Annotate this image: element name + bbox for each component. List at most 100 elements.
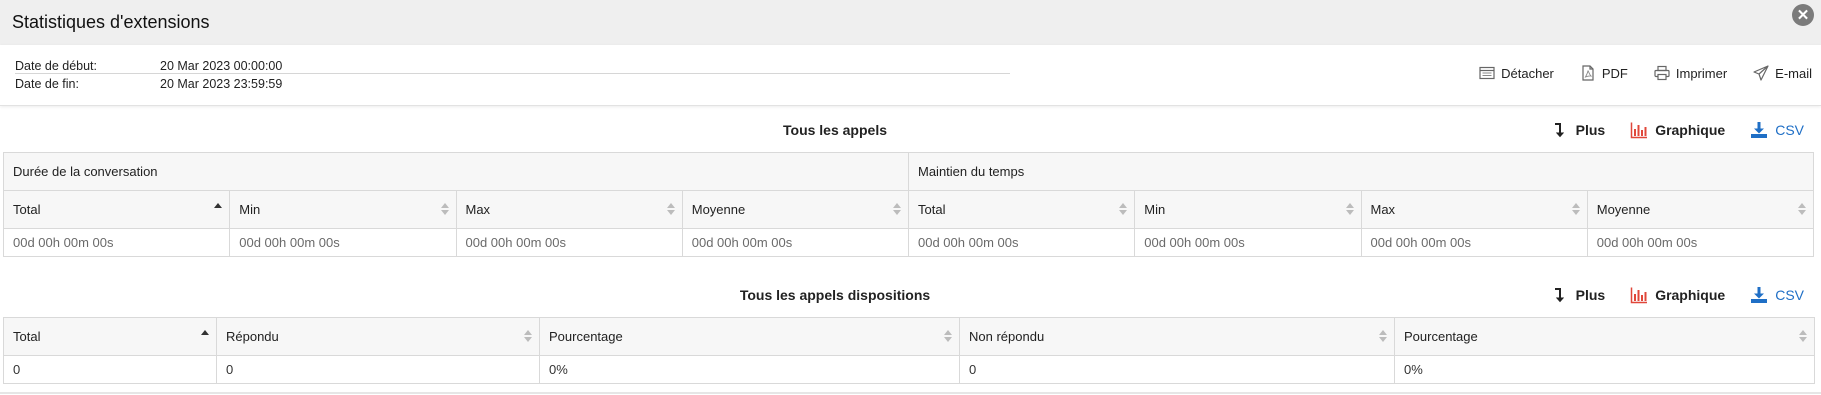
email-button[interactable]: E-mail [1753, 65, 1812, 81]
sort-icon[interactable] [666, 203, 675, 215]
column-label: Non répondu [969, 329, 1045, 344]
csv-button[interactable]: CSV [1750, 121, 1804, 139]
sort-icon[interactable] [1119, 203, 1128, 215]
column-header[interactable]: Pourcentage [539, 317, 960, 356]
chart-label: Graphique [1655, 287, 1726, 303]
end-date-label: Date de fin: [15, 77, 79, 91]
column-label: Répondu [226, 329, 279, 344]
section-all-calls: Tous les appels Plus Graphique CSV [0, 113, 1821, 147]
start-date-label: Date de début: [15, 59, 98, 73]
download-icon [1751, 287, 1768, 303]
column-label: Total [13, 202, 41, 217]
column-header[interactable]: Pourcentage [1394, 317, 1815, 356]
csv-label: CSV [1775, 122, 1804, 138]
turn-down-arrow-icon [1554, 123, 1564, 138]
more-button[interactable]: Plus [1551, 286, 1606, 304]
bar-chart-icon [1630, 287, 1648, 304]
table-cell: 0 [216, 355, 540, 384]
sort-icon[interactable] [440, 203, 449, 215]
sort-icon[interactable] [1379, 330, 1387, 342]
column-header[interactable]: Max [455, 190, 683, 229]
toolbar-actions: Détacher PDF Imprimer E-mail [1479, 65, 1812, 81]
detach-button[interactable]: Détacher [1479, 65, 1554, 81]
table-cell: 00d 00h 00m 00s [2, 228, 231, 257]
column-header[interactable]: Min [1134, 190, 1362, 229]
table-cell: 00d 00h 00m 00s [1586, 228, 1815, 257]
column-header[interactable]: Total [2, 190, 231, 229]
print-label: Imprimer [1675, 65, 1728, 81]
section-tools: Plus Graphique CSV [1551, 121, 1804, 139]
column-header[interactable]: Répondu [216, 317, 540, 356]
column-label: Min [1144, 202, 1166, 217]
sort-icon[interactable] [1571, 203, 1580, 215]
detach-icon [1479, 66, 1495, 80]
column-header[interactable]: Total [3, 317, 217, 356]
column-header[interactable]: Min [229, 190, 457, 229]
window-title: Statistiques d'extensions [12, 12, 210, 32]
sort-icon[interactable] [1798, 203, 1806, 215]
column-label: Max [1370, 202, 1396, 217]
column-header[interactable]: Moyenne [1586, 190, 1815, 229]
column-label: Total [13, 329, 41, 344]
column-header[interactable]: Moyenne [681, 190, 910, 229]
column-label: Pourcentage [549, 329, 623, 344]
table-row: 0 0 0% 0 0% [3, 355, 1815, 384]
sort-icon[interactable] [1345, 203, 1354, 215]
print-button[interactable]: Imprimer [1654, 65, 1727, 81]
table-cell: 0 [959, 355, 1395, 384]
csv-button[interactable]: CSV [1750, 286, 1804, 304]
more-button[interactable]: Plus [1551, 121, 1605, 139]
table-group-row: Durée de la conversation Maintien du tem… [3, 152, 1814, 191]
divider [0, 392, 1821, 394]
paper-plane-icon [1753, 65, 1769, 81]
table-cell: 0 [3, 355, 217, 384]
column-label: Pourcentage [1404, 329, 1478, 344]
table-header-row: Total Répondu Pourcentage Non répondu Po… [3, 317, 1815, 356]
table-header-row: Total Min Max Moyenne Total Min Max Moye… [2, 190, 1815, 229]
pdf-icon [1582, 65, 1594, 81]
divider [15, 73, 1010, 74]
chart-button[interactable]: Graphique [1630, 286, 1725, 304]
window-titlebar: Statistiques d'extensions ✕ [0, 0, 1821, 45]
end-date-row: Date de fin: 20 Mar 2023 23:59:59 [15, 77, 282, 91]
section-tools: Plus Graphique CSV [1551, 286, 1804, 304]
group-header: Maintien du temps [908, 152, 1814, 191]
detach-label: Détacher [1501, 65, 1554, 81]
close-icon[interactable]: ✕ [1792, 4, 1814, 26]
column-label: Moyenne [1596, 202, 1651, 217]
section-title: Tous les appels [783, 122, 887, 138]
section-title: Tous les appels dispositions [739, 287, 931, 303]
sort-icon[interactable] [944, 330, 952, 342]
sort-icon[interactable] [524, 330, 532, 342]
more-label: Plus [1575, 287, 1606, 303]
table-cell: 00d 00h 00m 00s [229, 228, 457, 257]
column-header[interactable]: Total [907, 190, 1136, 229]
sort-icon[interactable] [1799, 330, 1807, 342]
pdf-button[interactable]: PDF [1580, 65, 1628, 81]
all-calls-table: Durée de la conversation Maintien du tem… [2, 152, 1815, 257]
table-cell: 0% [539, 355, 960, 384]
sort-asc-icon[interactable] [201, 330, 209, 342]
chart-button[interactable]: Graphique [1630, 121, 1725, 139]
section-dispositions: Tous les appels dispositions Plus Graphi… [0, 278, 1821, 312]
column-label: Total [918, 202, 946, 217]
section-header: Tous les appels dispositions Plus Graphi… [0, 278, 1821, 312]
chart-label: Graphique [1655, 122, 1726, 138]
sort-asc-icon[interactable] [214, 203, 223, 215]
column-header[interactable]: Non répondu [959, 317, 1395, 356]
table-cell: 0% [1394, 355, 1815, 384]
column-header[interactable]: Max [1360, 190, 1588, 229]
table-cell: 00d 00h 00m 00s [1134, 228, 1362, 257]
table-cell: 00d 00h 00m 00s [455, 228, 683, 257]
start-date-value: 20 Mar 2023 00:00:00 [160, 59, 283, 73]
bar-chart-icon [1630, 122, 1648, 139]
printer-icon [1654, 65, 1670, 81]
section-header: Tous les appels Plus Graphique CSV [0, 113, 1821, 147]
date-range-bar: Date de début: 20 Mar 2023 00:00:00 Date … [0, 45, 1821, 106]
dispositions-table: Total Répondu Pourcentage Non répondu Po… [3, 317, 1815, 384]
table-cell: 00d 00h 00m 00s [907, 228, 1136, 257]
sort-icon[interactable] [893, 203, 901, 215]
email-label: E-mail [1775, 65, 1812, 81]
download-icon [1751, 122, 1768, 138]
table-cell: 00d 00h 00m 00s [681, 228, 910, 257]
